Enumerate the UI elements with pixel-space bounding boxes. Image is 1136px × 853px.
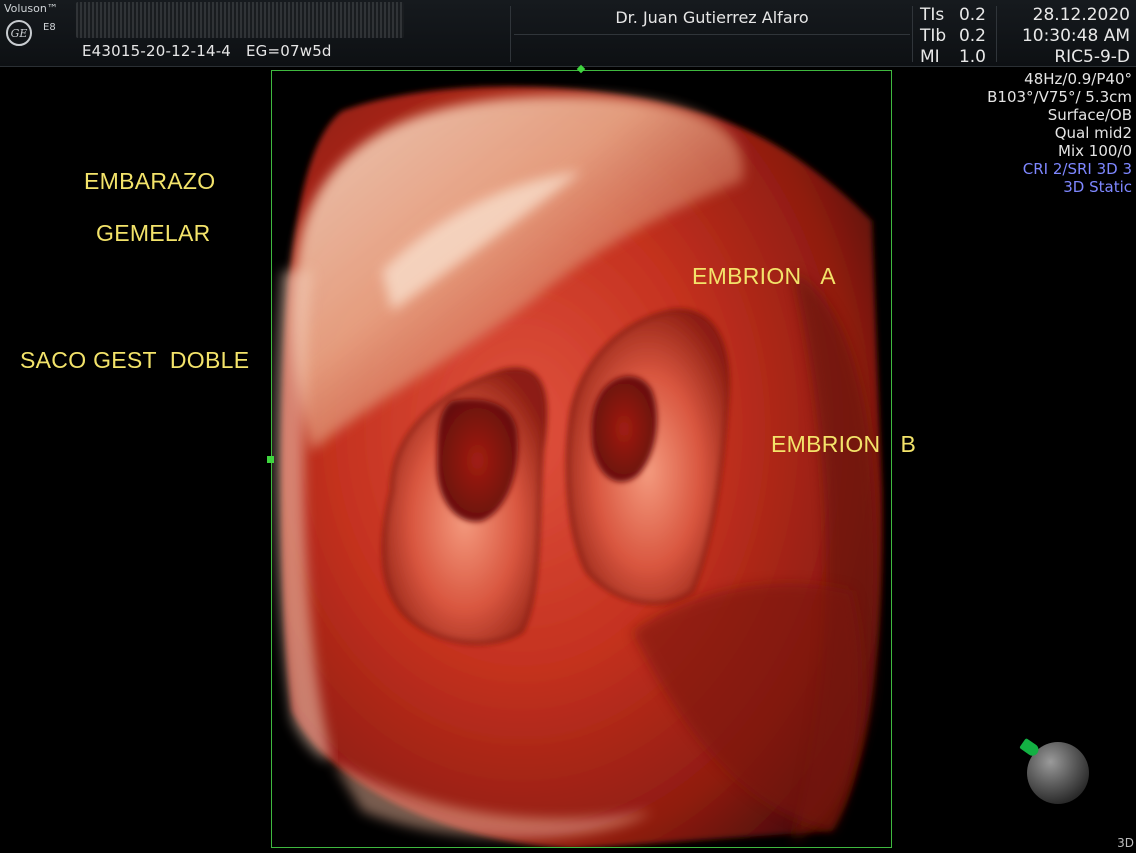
setting-line-highlight: CRI 2/SRI 3D 3 (1022, 160, 1132, 178)
param-label: MI (920, 47, 940, 67)
setting-line-highlight: 3D Static (1063, 178, 1132, 196)
ge-logo-icon: GE (6, 20, 32, 46)
patient-id-line: E43015-20-12-14-4 EG=07w5d (82, 42, 332, 60)
param-mi: MI 1.0 (920, 47, 986, 67)
param-label: TIs (920, 5, 945, 25)
brand-name: Voluson™ (4, 2, 58, 15)
param-value: 0.2 (958, 26, 986, 46)
setting-line: B103°/V75°/ 5.3cm (987, 88, 1132, 106)
annotation-gemelar: GEMELAR (96, 220, 211, 246)
volume-render (275, 86, 883, 847)
param-tib: TIb 0.2 (920, 26, 986, 46)
param-value: 0.2 (958, 5, 986, 25)
frame-marker-left[interactable] (267, 456, 274, 463)
mode-tag: 3D (1117, 836, 1134, 850)
header-divider-horizontal (514, 34, 910, 35)
gestational-age: EG=07w5d (245, 42, 332, 60)
annotation-embrion-a: EMBRION A (692, 263, 836, 289)
annotation-embrion-b: EMBRION B (771, 431, 917, 457)
param-label: TIb (920, 26, 947, 46)
redacted-patient-name (76, 2, 404, 38)
render-frame[interactable] (271, 70, 892, 848)
acquisition-settings: 48Hz/0.9/P40° B103°/V75°/ 5.3cm Surface/… (987, 70, 1132, 196)
patient-id: E43015-20-12-14-4 (82, 42, 232, 60)
header-divider (510, 6, 511, 62)
annotation-embarazo: EMBARAZO (84, 168, 216, 194)
doctor-name: Dr. Juan Gutierrez Alfaro (615, 8, 809, 27)
header-bar: Voluson™ GE E8 E43015-20-12-14-4 EG=07w5… (0, 0, 1136, 67)
probe-name: RIC5-9-D (1054, 47, 1130, 67)
exam-time: 10:30:48 AM (1021, 26, 1130, 46)
setting-line: Mix 100/0 (1058, 142, 1132, 160)
setting-line: Qual mid2 (1054, 124, 1132, 142)
setting-line: 48Hz/0.9/P40° (1024, 70, 1132, 88)
setting-line: Surface/OB (1047, 106, 1132, 124)
param-value: 1.0 (958, 47, 986, 67)
model-name: E8 (43, 22, 56, 33)
param-tis: TIs 0.2 (920, 5, 986, 25)
header-divider (996, 6, 997, 62)
annotation-saco-gest: SACO GEST DOBLE (20, 347, 250, 373)
header-divider (912, 6, 913, 62)
exam-date: 28.12.2020 (1032, 5, 1130, 25)
